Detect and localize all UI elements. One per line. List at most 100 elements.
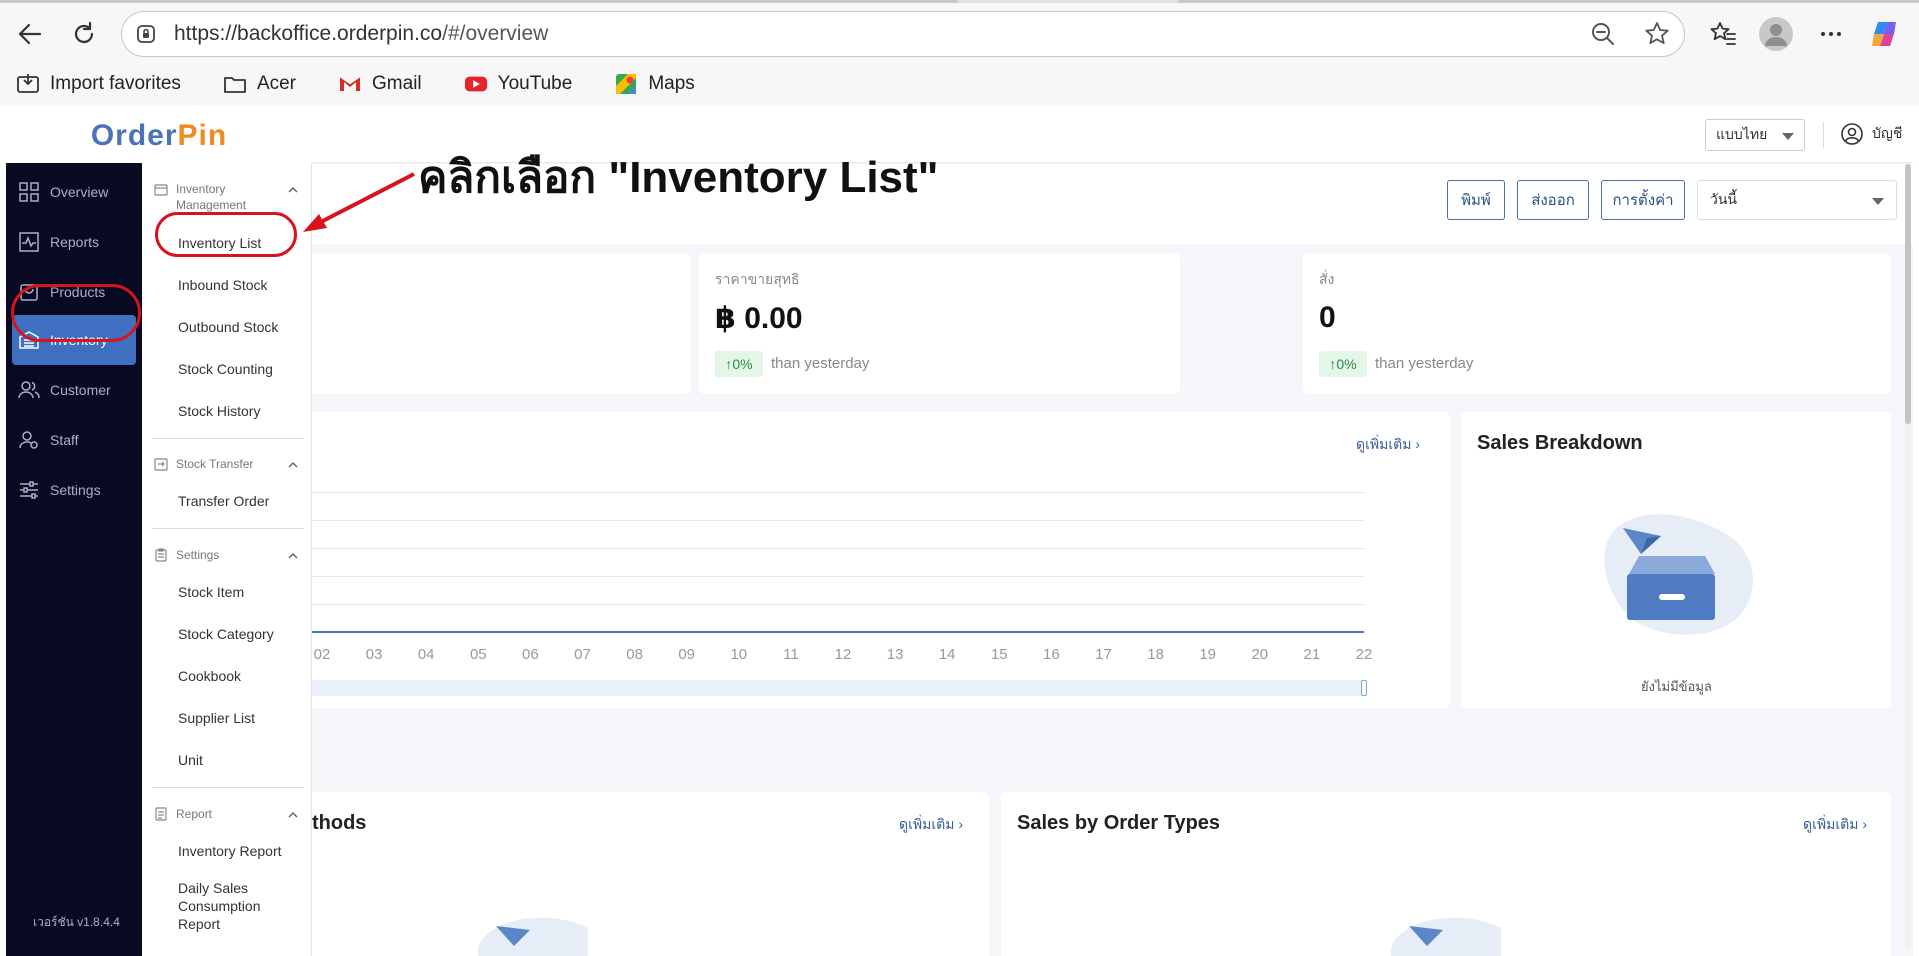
submenu-item-stock-counting[interactable]: Stock Counting	[178, 360, 273, 378]
star-icon[interactable]	[1644, 21, 1670, 47]
chart-x-tick-label: 06	[522, 646, 539, 663]
chart-zoom-handle[interactable]	[1361, 680, 1367, 696]
bookmark-import-favorites[interactable]: Import favorites	[16, 73, 181, 95]
sidebar-item-settings[interactable]: Settings	[6, 465, 142, 515]
copilot-icon	[1872, 22, 1896, 46]
lock-icon[interactable]	[132, 20, 160, 48]
bookmark-acer[interactable]: Acer	[223, 73, 296, 95]
header-divider	[1823, 122, 1824, 148]
stat-label: สั่ง	[1319, 271, 1335, 287]
submenu-group-report[interactable]: Report	[154, 806, 300, 822]
caret-down-icon	[1782, 133, 1794, 140]
sidebar-item-label: Reports	[50, 234, 100, 250]
url-text[interactable]: https://backoffice.orderpin.co/#/overvie…	[174, 22, 548, 46]
stat-value: 0	[1319, 301, 1336, 334]
change-badge: ↑0%	[715, 351, 763, 377]
bookmark-gmail[interactable]: Gmail	[338, 73, 422, 95]
submenu-item-cookbook[interactable]: Cookbook	[178, 667, 241, 685]
logo-text-pin: Pin	[177, 118, 228, 152]
page-scrollbar[interactable]	[1905, 164, 1911, 948]
reload-button[interactable]	[64, 14, 104, 54]
url-host: https://backoffice.orderpin.co	[174, 22, 443, 45]
ellipsis-icon	[1821, 32, 1841, 36]
submenu-item-outbound-stock[interactable]: Outbound Stock	[178, 318, 278, 336]
chart-icon	[18, 231, 40, 253]
chart-x-tick-label: 09	[678, 646, 696, 663]
bookmark-label: Gmail	[372, 73, 422, 94]
see-more-link[interactable]: ดูเพิ่มเติม ›	[1803, 814, 1867, 836]
sidebar-item-overview[interactable]: Overview	[6, 167, 142, 217]
bookmark-label: YouTube	[497, 73, 573, 94]
chart-zoom-slider[interactable]	[312, 680, 1364, 696]
chart-x-tick-label: 02	[313, 646, 331, 663]
submenu-group-stock-transfer[interactable]: Stock Transfer	[154, 456, 300, 472]
transfer-icon	[154, 458, 168, 471]
change-note: than yesterday	[1375, 355, 1474, 372]
bookmarks-bar: Import favorites Acer Gmail YouTube Maps	[0, 66, 721, 102]
sidebar-item-customer[interactable]: Customer	[6, 365, 142, 415]
favorites-button[interactable]	[1703, 14, 1743, 54]
print-button[interactable]: พิมพ์	[1447, 180, 1505, 220]
empty-inbox-icon	[478, 917, 588, 956]
copilot-button[interactable]	[1864, 14, 1904, 54]
empty-inbox-icon	[1604, 514, 1753, 635]
app-version: เวอร์ชัน v1.8.4.4	[33, 915, 120, 929]
tab-strip	[0, 0, 1919, 3]
url-path: /#/overview	[442, 22, 549, 45]
sidebar-item-reports[interactable]: Reports	[6, 217, 142, 267]
youtube-icon	[464, 73, 488, 95]
submenu-item-supplier-list[interactable]: Supplier List	[178, 709, 255, 727]
sales-by-payment-methods-card: thods ดูเพิ่มเติม ›	[312, 792, 989, 956]
favorites-icon	[1710, 22, 1736, 45]
scrollbar-thumb[interactable]	[1905, 164, 1911, 424]
caret-down-icon	[1872, 198, 1884, 205]
card-title: Sales by Order Types	[1017, 812, 1221, 834]
bookmark-youtube[interactable]: YouTube	[464, 73, 573, 95]
submenu-item-unit[interactable]: Unit	[178, 751, 203, 769]
submenu-item-inventory-report[interactable]: Inventory Report	[178, 842, 282, 860]
see-more-link[interactable]: ดูเพิ่มเติม ›	[899, 814, 963, 836]
bookmark-maps[interactable]: Maps	[614, 73, 695, 95]
submenu-group-title: Settings	[176, 548, 220, 562]
date-range-select[interactable]: วันนี้	[1697, 180, 1897, 220]
see-more-label: ดูเพิ่มเติม	[899, 816, 955, 832]
address-bar[interactable]: https://backoffice.orderpin.co/#/overvie…	[121, 11, 1685, 57]
staff-icon	[18, 429, 40, 451]
submenu-item-stock-history[interactable]: Stock History	[178, 402, 260, 420]
annotation-arrow-icon	[303, 172, 415, 232]
chart-x-tick-label: 21	[1303, 646, 1321, 663]
zoom-out-icon[interactable]	[1590, 21, 1616, 47]
submenu-group-inventory-management[interactable]: Inventory Management	[154, 181, 300, 213]
chart-x-tick-label: 16	[1043, 646, 1060, 663]
change-badge: ↑0%	[1319, 351, 1367, 377]
stat-label: ราคาขายสุทธิ	[715, 271, 800, 287]
logo-area[interactable]: OrderPin	[6, 108, 312, 163]
sidebar-item-label: Customer	[50, 382, 111, 398]
arrow-left-icon	[18, 23, 42, 45]
submenu-item-daily-sales-consumption-report[interactable]: Daily Sales Consumption Report	[178, 879, 288, 933]
submenu-item-stock-category[interactable]: Stock Category	[178, 625, 274, 643]
submenu-item-inbound-stock[interactable]: Inbound Stock	[178, 276, 268, 294]
chart-x-tick-label: 19	[1199, 646, 1217, 663]
chart-x-tick-label: 03	[365, 646, 383, 663]
more-options-button[interactable]	[1811, 14, 1851, 54]
reload-icon	[74, 21, 94, 43]
chart-x-tick-label: 05	[469, 646, 487, 663]
chart-series-svg	[312, 631, 1364, 633]
stat-card-partial	[312, 253, 690, 394]
submenu-group-title: Stock Transfer	[176, 457, 254, 471]
profile-button[interactable]	[1756, 14, 1796, 54]
account-menu[interactable]: บัญชี	[1840, 122, 1902, 146]
submenu-group-settings[interactable]: Settings	[154, 547, 300, 563]
submenu-item-stock-item[interactable]: Stock Item	[178, 583, 244, 601]
sidebar-item-staff[interactable]: Staff	[6, 415, 142, 465]
language-select[interactable]: แบบไทย	[1705, 119, 1805, 151]
export-button[interactable]: ส่งออก	[1517, 180, 1589, 220]
submenu-divider	[152, 438, 304, 439]
inventory-submenu: Inventory Management Inventory List Inbo…	[142, 163, 312, 956]
settings-button[interactable]: การตั้งค่า	[1601, 180, 1685, 220]
avatar-icon	[1759, 17, 1793, 51]
language-value: แบบไทย	[1716, 126, 1768, 142]
submenu-item-transfer-order[interactable]: Transfer Order	[178, 492, 269, 510]
back-button[interactable]	[10, 14, 50, 54]
